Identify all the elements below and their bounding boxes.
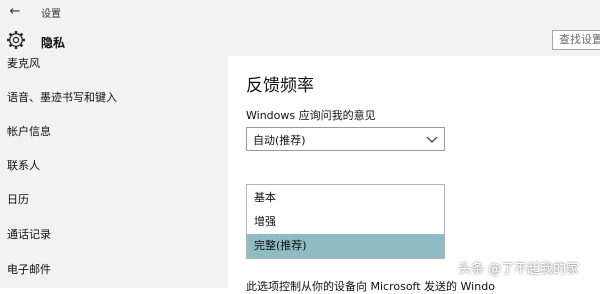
sidebar-item-microphone[interactable]: 麦克风 xyxy=(7,56,40,71)
gear-icon xyxy=(7,31,25,49)
page-header: 隐私 查找设置 xyxy=(0,24,600,56)
option-full-recommended[interactable]: 完整(推荐) xyxy=(247,234,444,258)
arrow-left-icon: ← xyxy=(9,4,21,19)
main-content: 反馈频率 Windows 应询问我的意见 自动(推荐) 基本 增强 完整(推荐)… xyxy=(228,56,600,293)
feedback-frequency-dropdown[interactable]: 自动(推荐) xyxy=(246,127,445,151)
sidebar-item-contacts[interactable]: 联系人 xyxy=(7,157,40,173)
section-title: 反馈频率 xyxy=(246,76,314,96)
description-text: 此选项控制从你的设备向 Microsoft 发送的 Windo xyxy=(246,280,495,293)
window-title: 设置 xyxy=(41,9,61,20)
title-bar: ← 设置 xyxy=(0,0,600,24)
chevron-down-icon xyxy=(426,136,438,143)
option-basic[interactable]: 基本 xyxy=(247,186,444,210)
option-enhanced[interactable]: 增强 xyxy=(247,210,444,234)
diagnostic-level-options: 基本 增强 完整(推荐) xyxy=(246,184,445,259)
page-title: 隐私 xyxy=(41,36,66,50)
back-button[interactable]: ← xyxy=(4,2,26,22)
sidebar-item-account-info[interactable]: 帐户信息 xyxy=(7,123,51,139)
search-input[interactable]: 查找设置 xyxy=(552,30,600,50)
feedback-frequency-label: Windows 应询问我的意见 xyxy=(246,109,376,122)
dropdown-value: 自动(推荐) xyxy=(253,134,306,147)
watermark: 头条 @了不起我的家 xyxy=(458,262,580,277)
sidebar: 麦克风 语音、墨迹书写和键入 帐户信息 联系人 日历 通话记录 电子邮件 xyxy=(0,56,228,288)
sidebar-item-calendar[interactable]: 日历 xyxy=(7,191,29,207)
sidebar-item-call-history[interactable]: 通话记录 xyxy=(7,226,51,242)
search-placeholder: 查找设置 xyxy=(559,33,600,46)
sidebar-item-email[interactable]: 电子邮件 xyxy=(7,261,51,277)
sidebar-item-speech-inking-typing[interactable]: 语音、墨迹书写和键入 xyxy=(7,89,117,105)
